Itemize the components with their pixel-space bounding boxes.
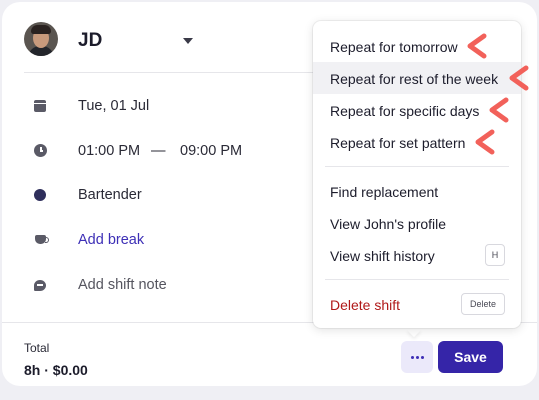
menu-divider	[325, 279, 509, 280]
date-row[interactable]: Tue, 01 Jul	[24, 93, 324, 119]
menu-item-view-history[interactable]: View shift history H	[313, 239, 521, 271]
comment-icon	[34, 280, 46, 291]
employee-name[interactable]: JD	[78, 30, 102, 52]
menu-item-label: View John's profile	[330, 216, 447, 232]
note-row[interactable]: Add shift note	[24, 272, 324, 298]
add-note-field[interactable]: Add shift note	[78, 277, 167, 293]
time-separator: —	[151, 143, 166, 159]
menu-item-label: View shift history	[330, 248, 435, 264]
clock-icon	[34, 144, 47, 157]
end-time[interactable]: 09:00 PM	[180, 143, 242, 159]
coffee-cup-icon	[35, 235, 49, 244]
menu-item-repeat-rest-of-week[interactable]: Repeat for rest of the week	[313, 62, 521, 94]
role-name[interactable]: Bartender	[78, 187, 142, 203]
more-dot-icon	[416, 356, 419, 359]
menu-divider	[325, 166, 509, 167]
total-label: Total	[24, 341, 50, 355]
role-row[interactable]: Bartender	[24, 182, 324, 208]
menu-item-repeat-tomorrow[interactable]: Repeat for tomorrow	[313, 30, 521, 62]
more-options-button[interactable]	[401, 341, 433, 373]
menu-item-label: Delete shift	[330, 297, 401, 313]
time-row: 01:00 PM — 09:00 PM	[24, 138, 324, 164]
menu-item-repeat-set-pattern[interactable]: Repeat for set pattern	[313, 126, 521, 158]
menu-item-label: Repeat for set pattern	[330, 135, 466, 151]
total-value: 8h · $0.00	[24, 362, 88, 378]
menu-item-label: Repeat for rest of the week	[330, 71, 499, 87]
menu-item-find-replacement[interactable]: Find replacement	[313, 175, 521, 207]
menu-item-delete-shift[interactable]: Delete shift Delete	[313, 288, 521, 320]
role-color-dot-icon	[34, 189, 46, 201]
menu-item-repeat-specific-days[interactable]: Repeat for specific days	[313, 94, 521, 126]
shortcut-badge: Delete	[461, 293, 505, 315]
break-row[interactable]: Add break	[24, 227, 324, 253]
shortcut-badge: H	[485, 244, 505, 266]
start-time[interactable]: 01:00 PM	[78, 143, 140, 159]
avatar	[24, 22, 58, 56]
menu-item-label: Find replacement	[330, 184, 439, 200]
more-dot-icon	[421, 356, 424, 359]
menu-item-label: Repeat for specific days	[330, 103, 480, 119]
header-divider	[24, 72, 324, 73]
calendar-icon	[34, 100, 46, 112]
save-button[interactable]: Save	[438, 341, 503, 373]
shift-options-menu: Repeat for tomorrow Repeat for rest of t…	[313, 21, 521, 328]
more-dot-icon	[411, 356, 414, 359]
menu-item-label: Repeat for tomorrow	[330, 39, 458, 55]
menu-item-view-profile[interactable]: View John's profile	[313, 207, 521, 239]
shift-date[interactable]: Tue, 01 Jul	[78, 98, 149, 114]
chevron-down-icon[interactable]	[183, 38, 193, 44]
add-break-link[interactable]: Add break	[78, 232, 144, 248]
